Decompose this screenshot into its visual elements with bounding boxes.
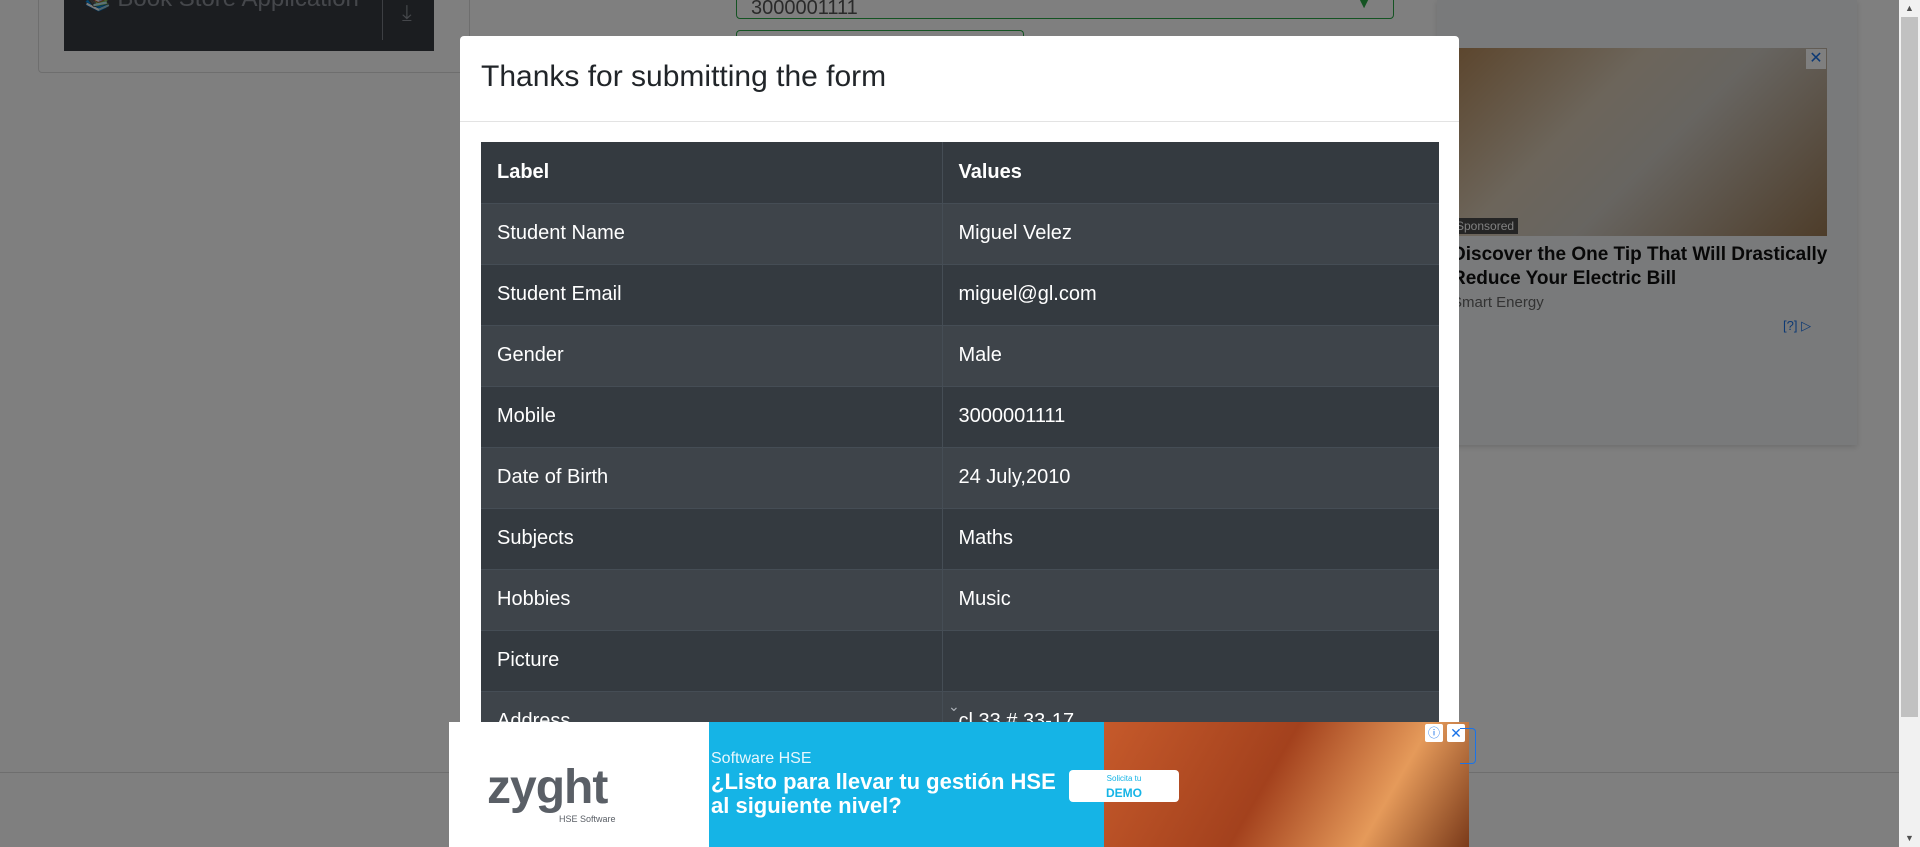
row-value: Maths <box>942 507 1439 569</box>
row-value: Miguel Velez <box>942 202 1439 264</box>
column-header-label: Label <box>481 142 943 203</box>
row-value: miguel@gl.com <box>942 263 1439 325</box>
row-label: Mobile <box>481 385 943 447</box>
row-label: Student Email <box>481 263 943 325</box>
table-row: Student Email miguel@gl.com <box>481 263 1439 325</box>
scroll-down-arrow-icon[interactable]: ▼ <box>1899 830 1920 847</box>
results-table: Label Values Student Name Miguel Velez S… <box>481 142 1439 752</box>
demo-button[interactable]: Solicita tu DEMO <box>1069 770 1179 802</box>
demo-button-label: DEMO <box>1106 786 1142 800</box>
table-row: Mobile 3000001111 <box>481 385 1439 447</box>
row-label: Date of Birth <box>481 446 943 508</box>
scroll-up-arrow-icon[interactable]: ▲ <box>1899 0 1920 17</box>
ad-kicker: Software HSE <box>711 750 812 767</box>
demo-button-kicker: Solicita tu <box>1106 774 1142 783</box>
bottom-banner-ad[interactable]: zyght HSE Software Software HSE ¿Listo p… <box>449 722 1469 847</box>
row-label: Gender <box>481 324 943 386</box>
row-label: Hobbies <box>481 568 943 630</box>
row-label: Picture <box>481 629 943 691</box>
ad-frame-edge <box>1460 728 1476 764</box>
ad-headline: ¿Listo para llevar tu gestión HSE al sig… <box>711 769 1056 818</box>
row-label: Student Name <box>481 202 943 264</box>
ad-logo-area: zyght HSE Software <box>449 722 709 847</box>
row-value: Male <box>942 324 1439 386</box>
table-row: Date of Birth 24 July,2010 <box>481 446 1439 508</box>
table-row: Subjects Maths <box>481 507 1439 569</box>
row-value: 3000001111 <box>942 385 1439 447</box>
modal-title: Thanks for submitting the form <box>481 60 887 93</box>
row-value <box>942 629 1439 691</box>
zyght-logo-subtitle: HSE Software <box>559 814 616 824</box>
scrollbar-thumb[interactable] <box>1901 17 1918 717</box>
table-row: Picture <box>481 629 1439 691</box>
info-icon[interactable]: ⓘ <box>1425 724 1443 742</box>
modal-header: Thanks for submitting the form <box>460 36 1459 122</box>
table-row: Hobbies Music <box>481 568 1439 630</box>
table-row: Gender Male <box>481 324 1439 386</box>
row-value: 24 July,2010 <box>942 446 1439 508</box>
row-value: Music <box>942 568 1439 630</box>
results-table-wrapper: Label Values Student Name Miguel Velez S… <box>481 142 1439 752</box>
column-header-values: Values <box>942 142 1439 203</box>
table-header-row: Label Values <box>481 142 1439 203</box>
chevron-down-icon: ⌄ <box>948 698 960 714</box>
zyght-logo: zyght <box>487 761 608 814</box>
row-label: Subjects <box>481 507 943 569</box>
table-row: Student Name Miguel Velez <box>481 202 1439 264</box>
